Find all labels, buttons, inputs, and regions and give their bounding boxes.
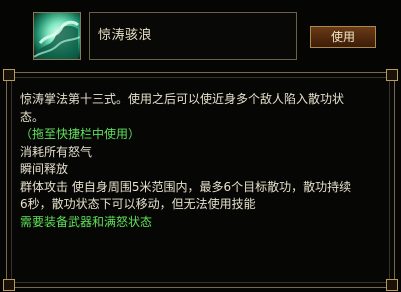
description-frame: 惊涛掌法第十三式。使用之后可以使近身多个敌人陷入散功状 态。 （拖至快捷栏中使用…	[3, 69, 398, 291]
effect-text: 群体攻击 使自身周围5米范围内，最多6个目标散功，散功持续	[20, 179, 352, 194]
frame-corner-ornament	[3, 69, 15, 81]
skill-description: 惊涛掌法第十三式。使用之后可以使近身多个敌人陷入散功状 态。 （拖至快捷栏中使用…	[20, 91, 385, 231]
use-button[interactable]: 使用	[310, 26, 376, 48]
cast-type-text: 瞬间释放	[20, 162, 69, 176]
wave-skill-icon[interactable]	[33, 12, 81, 60]
skill-name: 惊涛骇浪	[98, 28, 153, 43]
requirement-text: 需要装备武器和满怒状态	[20, 214, 153, 229]
skill-name-box: 惊涛骇浪	[89, 12, 297, 60]
effect-text: 6秒，散功状态下可以移动，但无法使用技能	[20, 197, 256, 211]
description-line: 惊涛掌法第十三式。使用之后可以使近身多个敌人陷入散功状	[20, 92, 345, 106]
description-line: 态。	[20, 109, 45, 124]
cost-text: 消耗所有怒气	[20, 144, 93, 159]
skill-tooltip-panel: 惊涛骇浪 使用 惊涛掌法第十三式。使用之后可以使近身多个敌人陷入散功状 态。 （…	[0, 0, 401, 292]
usage-hint: （拖至快捷栏中使用）	[20, 127, 141, 141]
frame-corner-ornament	[386, 69, 398, 81]
skill-header: 惊涛骇浪 使用	[6, 4, 395, 64]
frame-corner-ornament	[386, 279, 398, 291]
frame-corner-ornament	[3, 279, 15, 291]
